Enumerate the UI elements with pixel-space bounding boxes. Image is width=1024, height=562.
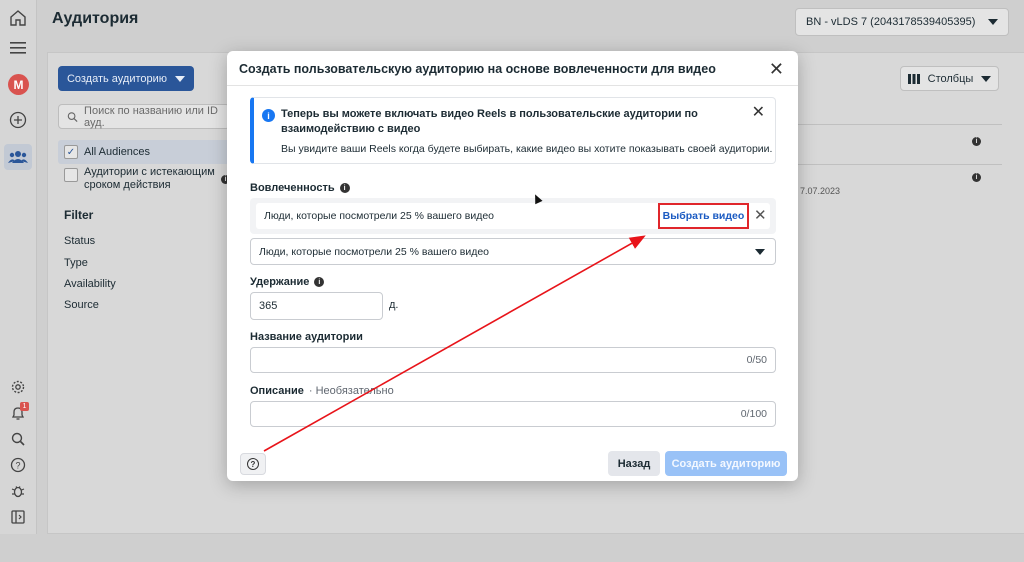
left-nav-rail: M 1 ? <box>0 0 37 534</box>
choose-video-button[interactable]: Выбрать видео <box>658 203 749 229</box>
filter-availability[interactable]: Availability <box>64 278 234 290</box>
audience-name-input[interactable]: 0/50 <box>250 347 776 373</box>
checkbox-icon[interactable] <box>64 168 78 182</box>
reels-info-notice: i Теперь вы можете включать видео Reels … <box>250 97 776 164</box>
filter-type[interactable]: Type <box>64 257 234 269</box>
checkbox-checked-icon[interactable]: ✓ <box>64 145 78 159</box>
notification-badge: 1 <box>20 402 29 411</box>
description-input[interactable]: 0/100 <box>250 401 776 427</box>
account-selector-value: BN - vLDS 7 (2043178539405395) <box>806 16 976 28</box>
columns-button[interactable]: Столбцы <box>900 66 999 91</box>
columns-icon <box>907 73 920 84</box>
info-icon[interactable]: i <box>972 173 981 182</box>
chevron-down-icon <box>981 75 992 82</box>
columns-label: Столбцы <box>927 72 974 85</box>
divider <box>227 85 798 86</box>
notice-title: Теперь вы можете включать видео Reels в … <box>281 108 698 135</box>
filter-status-label: Status <box>64 235 96 247</box>
description-label-text: Описание <box>250 385 304 397</box>
info-icon[interactable]: i <box>972 137 981 146</box>
caret-down-icon <box>755 248 765 255</box>
all-audiences-label: All Audiences <box>84 146 151 158</box>
engagement-video-text: Люди, которые посмотрели 25 % вашего вид… <box>264 210 495 222</box>
bug-report-icon[interactable] <box>8 481 28 501</box>
avatar[interactable]: M <box>8 74 29 95</box>
engagement-label-text: Вовлеченность <box>250 182 335 194</box>
audiences-icon[interactable] <box>8 147 28 167</box>
description-label: Описание · Необязательно <box>250 385 394 397</box>
chevron-down-icon <box>988 19 998 25</box>
table-divider <box>797 164 1002 165</box>
filter-availability-label: Availability <box>64 278 116 290</box>
search-icon[interactable] <box>8 429 28 449</box>
engagement-video-row-inner: Люди, которые посмотрели 25 % вашего вид… <box>256 203 770 229</box>
panel-toggle-icon[interactable] <box>8 507 28 527</box>
expiring-audiences-label: Аудитории с истекающим сроком действия <box>84 166 215 191</box>
filter-all-audiences[interactable]: ✓ All Audiences <box>58 140 230 164</box>
close-icon[interactable]: ✕ <box>752 102 765 122</box>
audience-search-input[interactable]: Поиск по названию или ID ауд. <box>58 104 230 129</box>
svg-text:?: ? <box>15 461 20 471</box>
table-cell-date: 7.07.2023 <box>800 186 841 196</box>
app-page: M 1 ? Аудитория BN - vLDS 7 (20431785394 <box>0 0 1024 562</box>
help-button[interactable]: ? <box>240 453 266 475</box>
retention-unit: д. <box>389 299 399 311</box>
menu-icon[interactable] <box>8 38 28 58</box>
info-icon: i <box>262 109 275 122</box>
filter-heading: Filter <box>64 208 94 222</box>
search-placeholder: Поиск по названию или ID ауд. <box>84 104 218 129</box>
create-audience-dropdown-button[interactable]: Создать аудиторию <box>58 66 194 91</box>
close-icon[interactable]: ✕ <box>769 59 784 80</box>
filter-source[interactable]: Source <box>64 299 234 311</box>
retention-label-text: Удержание <box>250 276 310 288</box>
filter-type-label: Type <box>64 257 88 269</box>
audience-name-counter: 0/50 <box>746 354 767 366</box>
settings-gear-icon[interactable] <box>8 377 28 397</box>
dialog-title: Создать пользовательскую аудиторию на ос… <box>239 62 716 76</box>
description-counter: 0/100 <box>740 408 767 420</box>
create-audience-button[interactable]: Создать аудиторию <box>665 451 787 476</box>
filter-expiring-audiences[interactable]: Аудитории с истекающим сроком действия <box>64 166 224 192</box>
remove-icon[interactable]: ✕ <box>754 206 767 224</box>
notice-text: Вы увидите ваши Reels когда будете выбир… <box>281 143 773 155</box>
engagement-video-row: Люди, которые посмотрели 25 % вашего вид… <box>250 198 776 234</box>
create-video-engagement-audience-dialog: Создать пользовательскую аудиторию на ос… <box>227 51 798 481</box>
filter-status[interactable]: Status <box>64 235 234 247</box>
retention-label: Удержание i <box>250 276 325 288</box>
caret-down-icon <box>175 75 186 82</box>
retention-days-input[interactable]: 365 <box>250 292 383 320</box>
back-button[interactable]: Назад <box>608 451 660 476</box>
add-icon[interactable] <box>8 110 28 130</box>
description-optional-text: · Необязательно <box>308 385 394 397</box>
home-icon[interactable] <box>8 8 28 28</box>
engagement-type-value: Люди, которые посмотрели 25 % вашего вид… <box>259 245 490 258</box>
table-divider <box>797 124 1002 125</box>
create-audience-label: Создать аудиторию <box>66 72 168 85</box>
engagement-type-select[interactable]: Люди, которые посмотрели 25 % вашего вид… <box>250 238 776 265</box>
search-icon <box>67 111 78 122</box>
help-circle-icon[interactable]: ? <box>8 455 28 475</box>
engagement-label: Вовлеченность i <box>250 182 350 194</box>
account-selector[interactable]: BN - vLDS 7 (2043178539405395) <box>795 8 1009 36</box>
info-icon[interactable]: i <box>339 183 350 193</box>
audience-name-label: Название аудитории <box>250 331 363 343</box>
info-icon[interactable]: i <box>314 277 325 287</box>
page-title: Аудитория <box>52 10 139 27</box>
question-circle-icon: ? <box>247 458 259 470</box>
filter-source-label: Source <box>64 299 99 311</box>
